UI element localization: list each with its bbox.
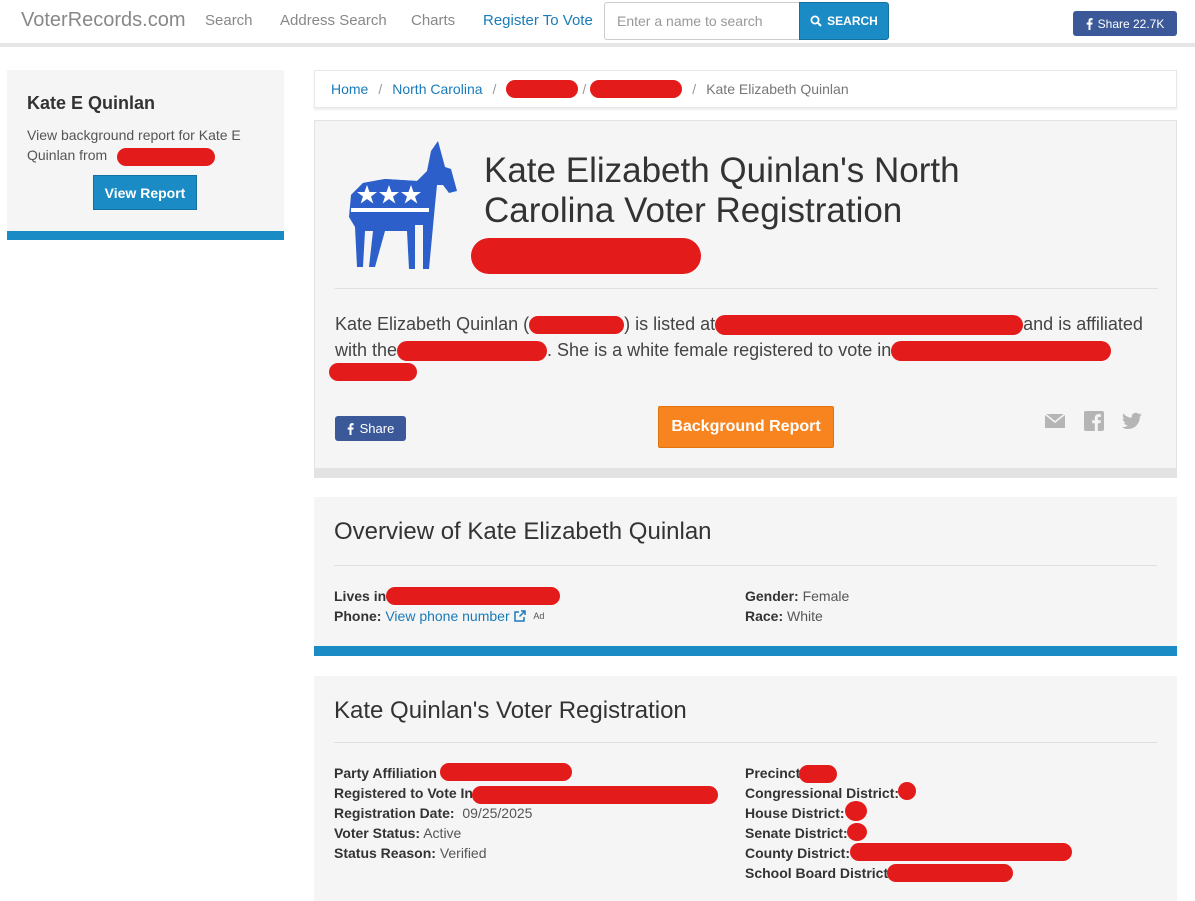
race-field: Race: White	[745, 608, 823, 624]
registration-details-card: Kate Quinlan's Voter Registration Party …	[314, 676, 1177, 901]
share-label: Share	[359, 421, 395, 436]
redaction-mark	[850, 843, 1072, 861]
voter-description: Kate Elizabeth Quinlan () is listed at an…	[335, 314, 1143, 362]
top-navbar: VoterRecords.com Search Address Search C…	[0, 0, 1195, 47]
redaction-mark	[891, 341, 1112, 362]
congressional-district-field: Congressional District:	[745, 785, 900, 801]
nav-register-link[interactable]: Register To Vote	[483, 12, 593, 29]
redaction-mark	[845, 801, 867, 821]
redaction-mark	[440, 763, 572, 781]
nav-charts-link[interactable]: Charts	[411, 12, 455, 29]
search-button[interactable]: SEARCH	[799, 2, 889, 40]
registered-to-vote-field: Registered to Vote In	[334, 785, 473, 801]
redaction-mark	[471, 238, 701, 274]
lives-in-field: Lives in:	[334, 588, 391, 604]
gender-field: Gender: Female	[745, 588, 850, 604]
democrat-donkey-icon	[349, 141, 457, 269]
redaction-mark	[329, 363, 417, 381]
voter-status-field: Voter Status: Active	[334, 825, 462, 841]
phone-field: Phone: View phone number Ad	[334, 608, 545, 624]
county-district-field: County District:	[745, 845, 850, 861]
senate-district-field: Senate District:	[745, 825, 848, 841]
overview-card: Overview of Kate Elizabeth Quinlan Lives…	[314, 497, 1177, 656]
party-affiliation-field: Party Affiliation	[334, 765, 437, 781]
redaction-mark	[472, 786, 718, 804]
search-button-label: SEARCH	[827, 14, 878, 28]
redaction-mark	[529, 316, 625, 335]
school-board-district-field: School Board District:	[745, 865, 893, 881]
nav-search-link[interactable]: Search	[205, 12, 253, 29]
redaction-mark	[117, 148, 215, 166]
name-search-input[interactable]	[604, 2, 800, 40]
redaction-mark	[799, 765, 837, 783]
external-link-icon	[513, 610, 526, 622]
redaction-mark	[590, 80, 683, 98]
sidebar-report-card: Kate E Quinlan View background report fo…	[7, 70, 284, 240]
house-district-field: House District:	[745, 805, 845, 821]
brand-logo[interactable]: VoterRecords.com	[21, 9, 186, 32]
redaction-mark	[847, 823, 867, 841]
view-phone-number-link[interactable]: View phone number	[385, 608, 509, 624]
facebook-share-top-button[interactable]: Share 22.7K	[1073, 11, 1177, 36]
ad-label: Ad	[533, 611, 545, 621]
view-report-button[interactable]: View Report	[93, 175, 197, 210]
twitter-share-icon[interactable]	[1122, 411, 1142, 431]
facebook-icon	[1086, 17, 1093, 30]
registration-date-field: Registration Date: 09/25/2025	[334, 805, 533, 821]
breadcrumb: Home / North Carolina / / / Kate Elizabe…	[314, 70, 1177, 108]
redaction-mark	[887, 864, 1013, 882]
facebook-icon	[347, 422, 354, 435]
page-title: Kate Elizabeth Quinlan's North Carolina …	[484, 151, 960, 230]
nav-address-search-link[interactable]: Address Search	[280, 12, 387, 29]
share-count-label: Share 22.7K	[1097, 16, 1165, 31]
sidebar-title: Kate E Quinlan	[27, 93, 156, 113]
background-report-button[interactable]: Background Report	[658, 406, 834, 448]
status-reason-field: Status Reason: Verified	[334, 845, 487, 861]
facebook-share-button[interactable]: Share	[335, 416, 406, 441]
redaction-mark	[715, 315, 1024, 336]
facebook-share-icon[interactable]	[1084, 411, 1104, 431]
breadcrumb-state[interactable]: North Carolina	[392, 81, 482, 97]
registration-title: Kate Quinlan's Voter Registration	[334, 697, 687, 724]
redaction-mark	[397, 341, 548, 362]
precinct-field: Precinct	[745, 765, 801, 781]
email-share-icon[interactable]	[1045, 411, 1065, 431]
redaction-mark	[506, 80, 579, 98]
search-icon	[810, 15, 822, 27]
breadcrumb-current: Kate Elizabeth Quinlan	[706, 81, 849, 97]
voter-registration-header-card: Kate Elizabeth Quinlan's North Carolina …	[314, 120, 1177, 478]
overview-title: Overview of Kate Elizabeth Quinlan	[334, 518, 712, 545]
redaction-mark	[898, 782, 916, 800]
redaction-mark	[386, 587, 560, 605]
breadcrumb-home[interactable]: Home	[331, 81, 368, 97]
